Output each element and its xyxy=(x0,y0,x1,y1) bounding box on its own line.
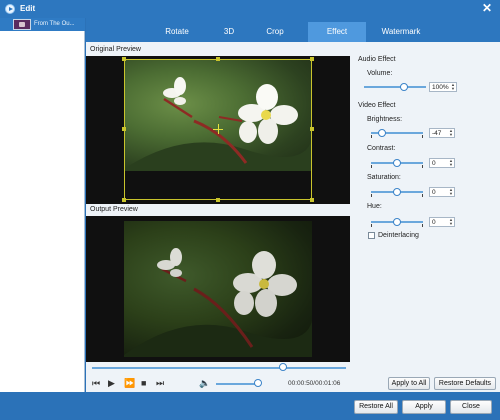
contrast-spinbox[interactable]: 0 ▲ ▼ xyxy=(429,158,455,168)
crop-handle[interactable] xyxy=(310,127,314,131)
crop-handle[interactable] xyxy=(216,57,220,61)
audio-effect-heading: Audio Effect xyxy=(358,56,396,63)
saturation-slider[interactable] xyxy=(371,188,423,197)
stop-icon[interactable]: ■ xyxy=(141,378,146,388)
file-list-item[interactable]: From The Ou... xyxy=(0,18,85,31)
spin-arrows-icon[interactable]: ▲ ▼ xyxy=(449,218,453,226)
contrast-slider[interactable] xyxy=(371,159,423,168)
title-bar: Edit ✕ xyxy=(0,0,500,18)
volume-spinbox[interactable]: 100% ▲ ▼ xyxy=(429,82,457,92)
contrast-label: Contrast: xyxy=(367,145,396,152)
slider-knob[interactable] xyxy=(393,159,401,167)
file-list: From The Ou... xyxy=(0,18,85,392)
volume-thumb[interactable] xyxy=(254,379,262,387)
crop-handle[interactable] xyxy=(216,198,220,202)
hue-label: Hue: xyxy=(367,203,382,210)
seek-bar[interactable] xyxy=(92,363,346,371)
crop-handle[interactable] xyxy=(122,57,126,61)
file-name: From The Ou... xyxy=(34,21,75,27)
hue-spinbox[interactable]: 0 ▲ ▼ xyxy=(429,217,455,227)
crop-handle[interactable] xyxy=(310,198,314,202)
slider-knob[interactable] xyxy=(400,83,408,91)
spin-arrows-icon[interactable]: ▲ ▼ xyxy=(451,83,455,91)
tab-rotate[interactable]: Rotate xyxy=(142,22,212,42)
spin-arrows-icon[interactable]: ▲ ▼ xyxy=(449,129,453,137)
hue-slider[interactable] xyxy=(371,218,423,227)
restore-all-button[interactable]: Restore All xyxy=(354,400,398,414)
fast-forward-icon[interactable]: ⏩ xyxy=(124,378,135,388)
crop-handle[interactable] xyxy=(122,198,126,202)
saturation-spinbox[interactable]: 0 ▲ ▼ xyxy=(429,187,455,197)
tab-crop[interactable]: Crop xyxy=(246,22,304,42)
deinterlacing-checkbox[interactable] xyxy=(368,232,375,239)
app-icon xyxy=(5,4,15,14)
playback-time: 00:00:50/00:01:06 xyxy=(288,380,341,387)
video-thumbnail xyxy=(13,19,31,30)
audio-volume-slider[interactable] xyxy=(364,83,426,91)
original-preview-label: Original Preview xyxy=(90,46,141,53)
crop-handle[interactable] xyxy=(310,57,314,61)
spin-arrows-icon[interactable]: ▲ ▼ xyxy=(449,159,453,167)
output-preview xyxy=(86,216,350,362)
original-preview xyxy=(86,56,350,204)
output-video-frame xyxy=(124,221,312,357)
close-button[interactable]: Close xyxy=(450,400,492,414)
edit-panel: Original Preview Output Preview ⏮ ▶ ⏩ ■ … xyxy=(86,42,500,392)
apply-to-all-button[interactable]: Apply to All xyxy=(388,377,430,390)
play-icon[interactable]: ▶ xyxy=(108,378,115,388)
restore-defaults-button[interactable]: Restore Defaults xyxy=(434,377,496,390)
saturation-label: Saturation: xyxy=(367,174,401,181)
crop-center-icon xyxy=(218,124,219,134)
effects-panel: Audio Effect Volume: 100% ▲ ▼ Video Effec… xyxy=(354,42,500,392)
window-title: Edit xyxy=(20,4,36,13)
skip-back-icon[interactable]: ⏮ xyxy=(92,378,100,388)
tab-3d[interactable]: 3D xyxy=(212,22,246,42)
apply-button[interactable]: Apply xyxy=(402,400,446,414)
slider-knob[interactable] xyxy=(378,129,386,137)
volume-label: Volume: xyxy=(367,70,393,77)
tab-watermark[interactable]: Watermark xyxy=(366,22,436,42)
tab-effect[interactable]: Effect xyxy=(308,22,366,42)
dialog-footer: Restore All Apply Close xyxy=(0,392,500,420)
slider-knob[interactable] xyxy=(393,218,401,226)
brightness-slider[interactable] xyxy=(371,129,423,138)
close-icon[interactable]: ✕ xyxy=(482,1,492,15)
tab-bar: Rotate 3D Crop Effect Watermark xyxy=(86,18,500,42)
crop-handle[interactable] xyxy=(122,127,126,131)
slider-knob[interactable] xyxy=(393,188,401,196)
playback-controls: ⏮ ▶ ⏩ ■ ⏭ 🔈 00:00:50/00:01:06 xyxy=(86,375,350,392)
video-effect-heading: Video Effect xyxy=(358,102,396,109)
skip-forward-icon[interactable]: ⏭ xyxy=(156,378,164,388)
seek-thumb[interactable] xyxy=(278,363,287,371)
brightness-spinbox[interactable]: -47 ▲ ▼ xyxy=(429,128,455,138)
spin-arrows-icon[interactable]: ▲ ▼ xyxy=(449,188,453,196)
output-preview-label: Output Preview xyxy=(90,206,138,213)
brightness-label: Brightness: xyxy=(367,116,403,123)
deinterlacing-label: Deinterlacing xyxy=(378,232,419,239)
speaker-icon[interactable]: 🔈 xyxy=(199,378,210,388)
